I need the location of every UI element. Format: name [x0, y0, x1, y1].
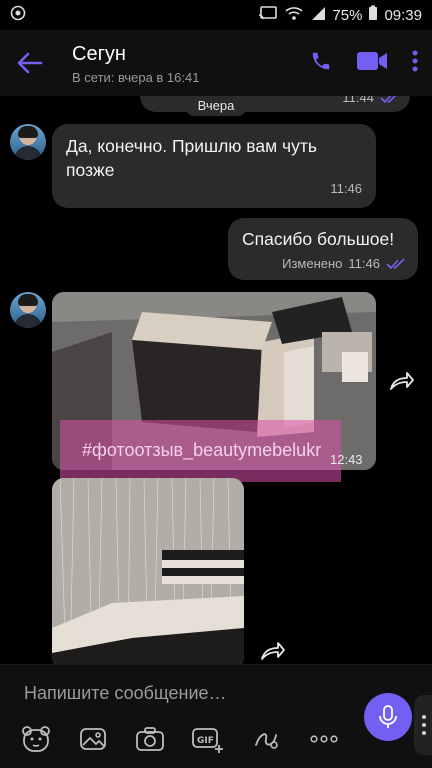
double-check-icon	[386, 257, 405, 269]
avatar[interactable]	[10, 124, 46, 160]
back-button[interactable]	[0, 30, 60, 96]
chat-header: Сегун В сети: вчера в 16:41	[0, 30, 432, 96]
photo-caption: #фотоотзыв_beautymebelukr	[60, 420, 341, 482]
battery-icon	[368, 5, 378, 25]
outgoing-message[interactable]: Спасибо большое! Изменено 11:46	[228, 218, 418, 280]
composer: Напишите сообщение… GIF	[0, 664, 432, 768]
bear-sticker-icon	[22, 725, 51, 752]
message-time: 11:46	[330, 181, 362, 196]
camera-button[interactable]	[135, 725, 165, 758]
phone-icon	[312, 52, 330, 69]
message-time: 11:46	[348, 256, 380, 271]
svg-text:GIF: GIF	[197, 736, 214, 746]
doodle-button[interactable]	[252, 725, 282, 758]
composer-toolbar: GIF	[0, 721, 360, 761]
menu-button[interactable]	[412, 50, 418, 77]
clock: 09:39	[384, 6, 422, 24]
microphone-icon	[379, 705, 397, 728]
incoming-message[interactable]: Да, конечно. Пришлю вам чуть позже 11:46	[52, 124, 376, 208]
more-options-button[interactable]	[309, 725, 339, 758]
arrow-left-icon	[17, 52, 43, 74]
desk-photo	[52, 478, 244, 664]
status-bar: 75% 09:39	[0, 0, 432, 30]
avatar[interactable]	[10, 292, 46, 328]
message-time: 11:44	[342, 96, 374, 105]
gif-button[interactable]: GIF	[191, 725, 225, 758]
sticker-button[interactable]	[21, 725, 51, 758]
wifi-icon	[284, 5, 304, 25]
edited-label: Изменено	[282, 256, 343, 271]
message-list[interactable]: 11:44 Вчера Да, конечно. Пришлю вам чуть…	[0, 96, 432, 664]
forward-button[interactable]	[258, 636, 288, 664]
forward-button[interactable]	[387, 366, 417, 396]
gallery-button[interactable]	[78, 725, 108, 758]
more-horizontal-icon	[310, 734, 338, 743]
camera-aperture-icon	[10, 5, 26, 25]
photo-time: 12:43	[330, 452, 363, 467]
call-button[interactable]	[310, 50, 332, 77]
gif-icon: GIF	[192, 727, 224, 753]
message-bubble-partial[interactable]: 11:44	[140, 96, 410, 112]
forward-arrow-icon	[390, 372, 414, 390]
battery-percent: 75%	[332, 6, 363, 24]
gallery-icon	[80, 727, 106, 750]
contact-status: В сети: вчера в 16:41	[72, 69, 200, 85]
video-camera-icon	[357, 51, 387, 70]
more-vertical-icon	[422, 715, 426, 735]
double-check-icon	[380, 96, 396, 103]
more-vertical-icon	[412, 50, 418, 71]
voice-message-button[interactable]	[364, 693, 412, 741]
message-input[interactable]: Напишите сообщение…	[24, 683, 227, 704]
side-handle[interactable]	[414, 695, 432, 755]
photo-message[interactable]	[52, 478, 244, 664]
date-divider: Вчера	[186, 96, 246, 116]
cast-icon	[258, 5, 278, 25]
video-call-button[interactable]	[356, 50, 388, 77]
signal-icon	[310, 5, 326, 25]
forward-arrow-icon	[261, 642, 285, 660]
contact-name: Сегун	[72, 42, 126, 65]
message-text: Спасибо большое!	[242, 229, 395, 249]
camera-icon	[135, 726, 164, 751]
doodle-icon	[255, 732, 278, 749]
contact-info[interactable]: Сегун В сети: вчера в 16:41	[60, 42, 310, 85]
caption-text: #фотоотзыв_beautymebelukr	[82, 440, 322, 460]
message-text: Да, конечно. Пришлю вам чуть позже	[66, 136, 317, 180]
